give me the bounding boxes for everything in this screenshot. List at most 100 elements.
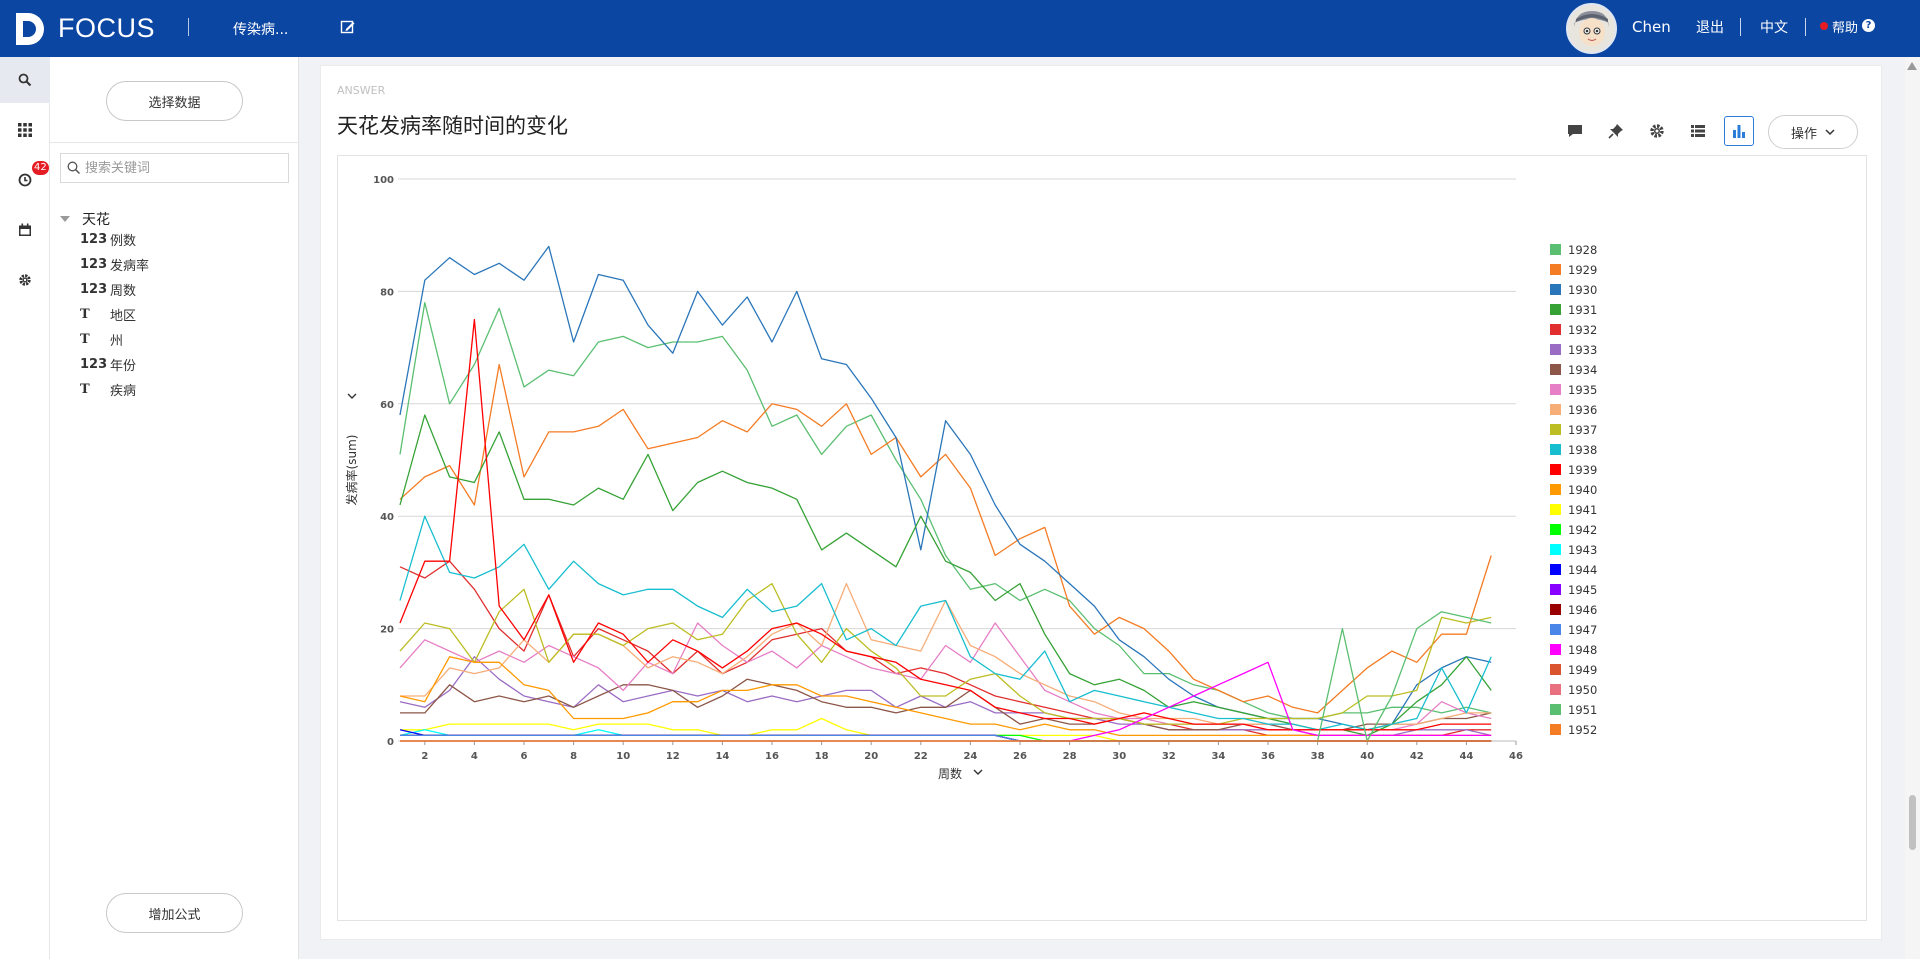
y-axis-title[interactable]: 发病率(sum) <box>344 435 359 506</box>
legend-label[interactable]: 1947 <box>1568 623 1597 637</box>
series-line[interactable] <box>400 734 1492 742</box>
field-item[interactable]: T州 <box>80 330 123 349</box>
focus-logo-icon[interactable] <box>12 9 48 49</box>
search-icon[interactable] <box>0 57 50 103</box>
language-switch[interactable]: 中文 <box>1760 17 1788 37</box>
series-line[interactable] <box>400 734 1492 742</box>
comment-icon[interactable] <box>1560 116 1590 146</box>
calendar-icon[interactable] <box>0 207 50 253</box>
scrollbar-thumb[interactable] <box>1909 795 1916 850</box>
legend-label[interactable]: 1945 <box>1568 583 1597 597</box>
legend-swatch[interactable] <box>1550 684 1561 695</box>
legend-label[interactable]: 1943 <box>1568 543 1597 557</box>
tree-root[interactable]: 天花 <box>60 209 110 229</box>
legend-label[interactable]: 1930 <box>1568 283 1597 297</box>
legend-swatch[interactable] <box>1550 484 1561 495</box>
legend-label[interactable]: 1949 <box>1568 663 1597 677</box>
x-axis-title[interactable]: 周数 <box>938 766 962 781</box>
legend-label[interactable]: 1950 <box>1568 683 1597 697</box>
legend-swatch[interactable] <box>1550 664 1561 675</box>
history-icon[interactable]: 42 <box>0 157 50 203</box>
legend-label[interactable]: 1939 <box>1568 463 1597 477</box>
legend-swatch[interactable] <box>1550 604 1561 615</box>
legend-label[interactable]: 1932 <box>1568 323 1597 337</box>
legend-swatch[interactable] <box>1550 544 1561 555</box>
grid-icon[interactable] <box>0 107 50 153</box>
legend-swatch[interactable] <box>1550 524 1561 535</box>
select-data-button[interactable]: 选择数据 <box>106 81 243 121</box>
legend-label[interactable]: 1937 <box>1568 423 1597 437</box>
bar-chart-icon[interactable] <box>1724 116 1754 146</box>
legend-label[interactable]: 1942 <box>1568 523 1597 537</box>
settings-icon[interactable] <box>1642 116 1672 146</box>
caret-down-icon[interactable] <box>60 216 70 222</box>
field-item[interactable]: T 疾病 <box>80 380 136 399</box>
line-chart[interactable]: 0204060801002 4 6 8 10 12 14 16 18 20 22 24 26 28 30 32… <box>338 156 1866 920</box>
legend-swatch[interactable] <box>1550 704 1561 715</box>
series-line[interactable] <box>399 622 1492 731</box>
legend-label[interactable]: 1934 <box>1568 363 1597 377</box>
scroll-up-icon[interactable] <box>1907 62 1917 70</box>
legend-swatch[interactable] <box>1550 584 1561 595</box>
legend-label[interactable]: 1931 <box>1568 303 1597 317</box>
edit-icon[interactable] <box>340 19 356 35</box>
series-line[interactable] <box>399 301 1492 720</box>
legend-label[interactable]: 1940 <box>1568 483 1597 497</box>
legend-swatch[interactable] <box>1550 724 1561 735</box>
legend-swatch[interactable] <box>1550 564 1561 575</box>
field-item[interactable]: T 地区 <box>80 305 136 324</box>
series-line[interactable] <box>399 363 1492 714</box>
legend-swatch[interactable] <box>1550 464 1561 475</box>
table-icon[interactable] <box>1683 116 1713 146</box>
field-item[interactable]: 123 年份 <box>80 355 136 374</box>
legend-swatch[interactable] <box>1550 624 1561 635</box>
field-item[interactable]: 123 例数 <box>80 230 136 249</box>
help-icon[interactable]: ? <box>1862 19 1875 32</box>
gear-icon[interactable] <box>0 257 50 303</box>
legend-swatch[interactable] <box>1550 444 1561 455</box>
legend-label[interactable]: 1952 <box>1568 723 1597 737</box>
pin-icon[interactable] <box>1601 116 1631 146</box>
legend-swatch[interactable] <box>1550 264 1561 275</box>
legend-swatch[interactable] <box>1550 644 1561 655</box>
logout-link[interactable]: 退出 <box>1696 17 1724 37</box>
add-formula-button[interactable]: 增加公式 <box>106 893 243 933</box>
legend-swatch[interactable] <box>1550 364 1561 375</box>
legend-label[interactable]: 1944 <box>1568 563 1597 577</box>
legend-label[interactable]: 1941 <box>1568 503 1597 517</box>
legend-swatch[interactable] <box>1550 284 1561 295</box>
series-line[interactable] <box>399 318 1492 731</box>
legend-label[interactable]: 1935 <box>1568 383 1597 397</box>
legend-swatch[interactable] <box>1550 504 1561 515</box>
username[interactable]: Chen <box>1632 18 1671 36</box>
legend-label[interactable]: 1938 <box>1568 443 1597 457</box>
legend-label[interactable]: 1946 <box>1568 603 1597 617</box>
legend-label[interactable]: 1936 <box>1568 403 1597 417</box>
series-line[interactable] <box>399 560 1492 737</box>
legend-label[interactable]: 1948 <box>1568 643 1597 657</box>
legend-swatch[interactable] <box>1550 404 1561 415</box>
field-item[interactable]: 123 周数 <box>80 280 136 299</box>
series-line[interactable] <box>399 245 1492 731</box>
field-item[interactable]: 123 发病率 <box>80 255 149 274</box>
series-line[interactable] <box>400 734 1492 742</box>
search-input[interactable] <box>85 154 285 182</box>
legend-label[interactable]: 1928 <box>1568 243 1597 257</box>
avatar[interactable] <box>1566 3 1617 54</box>
legend-swatch[interactable] <box>1550 384 1561 395</box>
legend-label[interactable]: 1933 <box>1568 343 1597 357</box>
help-link[interactable]: 帮助 <box>1832 17 1858 36</box>
legend-label[interactable]: 1929 <box>1568 263 1597 277</box>
legend-swatch[interactable] <box>1550 304 1561 315</box>
text-type-icon: T <box>80 382 90 397</box>
dataset-name[interactable]: 传染病... <box>233 19 288 39</box>
series-line[interactable] <box>399 414 1492 737</box>
legend-swatch[interactable] <box>1550 324 1561 335</box>
legend-swatch[interactable] <box>1550 344 1561 355</box>
legend-label[interactable]: 1951 <box>1568 703 1597 717</box>
series-line[interactable] <box>400 734 1492 742</box>
legend-swatch[interactable] <box>1550 244 1561 255</box>
icon-rail: 42 <box>0 57 50 959</box>
operations-dropdown[interactable]: 操作 <box>1768 115 1858 149</box>
legend-swatch[interactable] <box>1550 424 1561 435</box>
